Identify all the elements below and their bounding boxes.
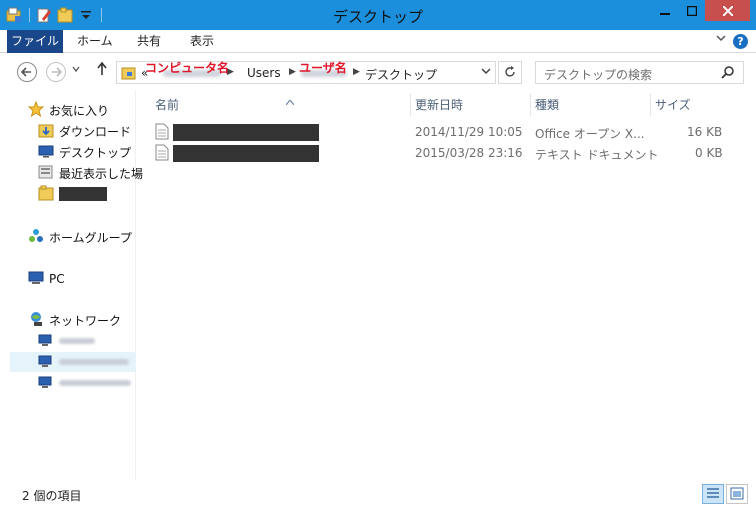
column-size[interactable]: サイズ — [650, 94, 730, 116]
column-type[interactable]: 種類 — [530, 94, 650, 116]
column-name-label: 名前 — [155, 98, 180, 112]
file-size: 0 KB — [695, 146, 723, 160]
arrow-left-icon — [21, 67, 31, 77]
crumb-desktop[interactable]: デスクトップ — [365, 66, 437, 83]
help-icon[interactable]: ? — [733, 34, 748, 49]
annotation-user-name: ユーザ名 — [299, 61, 347, 75]
large-icons-view-icon — [730, 487, 744, 500]
network-computer-icon — [38, 332, 54, 351]
nav-homegroup[interactable]: ホームグループ — [28, 227, 132, 247]
file-row[interactable]: 2015/03/28 23:16 テキスト ドキュメント 0 KB — [151, 143, 751, 164]
file-type: Office オープン X... — [535, 127, 645, 141]
blurred-computer-name — [59, 338, 95, 344]
file-modified: 2014/11/29 10:05 — [415, 125, 523, 139]
file-type: テキスト ドキュメント — [535, 148, 659, 162]
computer-icon — [28, 270, 44, 289]
nav-favorites[interactable]: お気に入り — [27, 100, 110, 120]
explorer-window: デスクトップ ファイル ホーム 共有 表示 ? « ▶ Users ▶ ▶ デス… — [0, 0, 756, 513]
nav-redacted-folder[interactable] — [38, 184, 107, 204]
nav-network-computer[interactable] — [38, 373, 131, 393]
refresh-button[interactable] — [498, 61, 522, 84]
tab-file[interactable]: ファイル — [7, 30, 63, 53]
nav-desktop[interactable]: デスクトップ — [38, 142, 131, 162]
tab-share[interactable]: 共有 — [137, 30, 161, 53]
column-name[interactable]: 名前 — [151, 94, 411, 116]
redacted-label — [59, 187, 107, 201]
annotation-computer-name: コンピュータ名 — [145, 61, 230, 75]
nav-network-computer[interactable] — [38, 331, 95, 351]
tab-view[interactable]: 表示 — [190, 30, 214, 53]
nav-network-computer-selected[interactable] — [10, 352, 136, 372]
expand-ribbon-icon[interactable] — [716, 33, 726, 46]
nav-pc-label: PC — [49, 272, 65, 286]
title-bar: デスクトップ — [0, 0, 756, 30]
nav-homegroup-label: ホームグループ — [49, 230, 132, 245]
column-type-label: 種類 — [535, 98, 560, 112]
network-computer-icon — [38, 374, 54, 393]
column-size-label: サイズ — [655, 98, 691, 112]
nav-recent[interactable]: 最近表示した場 — [38, 163, 143, 183]
forward-button[interactable] — [46, 62, 66, 82]
file-row[interactable]: 2014/11/29 10:05 Office オープン X... 16 KB — [151, 122, 751, 143]
folder-user-icon — [121, 65, 137, 84]
column-modified-label: 更新日時 — [415, 98, 464, 112]
recent-places-icon — [38, 164, 54, 183]
folder-icon — [38, 185, 54, 204]
up-button[interactable] — [96, 61, 108, 80]
column-modified[interactable]: 更新日時 — [410, 94, 530, 116]
nav-favorites-label: お気に入り — [49, 103, 110, 118]
chevron-right-icon[interactable]: ▶ — [353, 67, 360, 77]
document-icon — [155, 123, 169, 143]
nav-downloads[interactable]: ダウンロード — [38, 121, 131, 141]
details-view-icon — [707, 488, 719, 498]
file-modified: 2015/03/28 23:16 — [415, 146, 523, 160]
address-bar[interactable]: « ▶ Users ▶ ▶ デスクトップ コンピュータ名 ユーザ名 — [116, 61, 496, 84]
nav-desktop-label: デスクトップ — [59, 145, 132, 160]
sort-ascending-icon — [285, 92, 295, 114]
details-view-button[interactable] — [702, 484, 724, 504]
window-controls — [651, 0, 750, 21]
network-computer-icon — [38, 353, 54, 372]
status-bar: 2 個の項目 — [0, 481, 756, 513]
nav-pc[interactable]: PC — [28, 269, 65, 289]
nav-recent-label: 最近表示した場 — [59, 166, 144, 181]
navigation-pane: お気に入り ダウンロード デスクトップ 最近表示した場 ホームグループ PC ネ… — [0, 90, 143, 480]
redacted-file-name — [173, 124, 319, 141]
address-dropdown-icon[interactable] — [481, 66, 491, 79]
window-title: デスクトップ — [332, 9, 423, 26]
blurred-computer-name — [59, 359, 129, 365]
nav-network-label: ネットワーク — [49, 313, 122, 328]
search-box[interactable]: デスクトップの検索 — [535, 61, 744, 84]
text-document-icon — [155, 144, 169, 164]
close-button[interactable] — [705, 0, 750, 21]
downloads-folder-icon — [38, 122, 54, 141]
desktop-icon — [38, 143, 54, 162]
search-icon[interactable] — [721, 65, 735, 82]
ribbon-tabs: ファイル ホーム 共有 表示 ? — [0, 30, 756, 53]
minimize-button[interactable] — [651, 0, 678, 21]
file-list: 名前 更新日時 種類 サイズ 2014/11/29 10:05 Office オ… — [137, 90, 756, 480]
maximize-button[interactable] — [678, 0, 705, 21]
back-button[interactable] — [17, 62, 37, 82]
redacted-file-name — [173, 145, 319, 162]
nav-downloads-label: ダウンロード — [59, 124, 132, 139]
large-icons-view-button[interactable] — [726, 484, 748, 504]
star-icon — [27, 100, 45, 120]
arrow-right-icon — [52, 67, 62, 77]
tab-home[interactable]: ホーム — [77, 30, 113, 53]
arrow-up-icon — [97, 61, 107, 75]
file-size: 16 KB — [687, 125, 723, 139]
item-count: 2 個の項目 — [22, 489, 82, 503]
nav-network[interactable]: ネットワーク — [28, 310, 121, 330]
chevron-right-icon[interactable]: ▶ — [289, 67, 296, 77]
network-icon — [28, 311, 44, 330]
blurred-computer-name — [59, 380, 131, 386]
recent-locations-icon[interactable] — [72, 65, 80, 76]
homegroup-icon — [28, 228, 44, 247]
crumb-users[interactable]: Users — [247, 66, 281, 80]
search-placeholder: デスクトップの検索 — [544, 68, 653, 82]
address-row: « ▶ Users ▶ ▶ デスクトップ コンピュータ名 ユーザ名 デスクトップ… — [0, 54, 756, 90]
refresh-icon — [505, 66, 515, 77]
